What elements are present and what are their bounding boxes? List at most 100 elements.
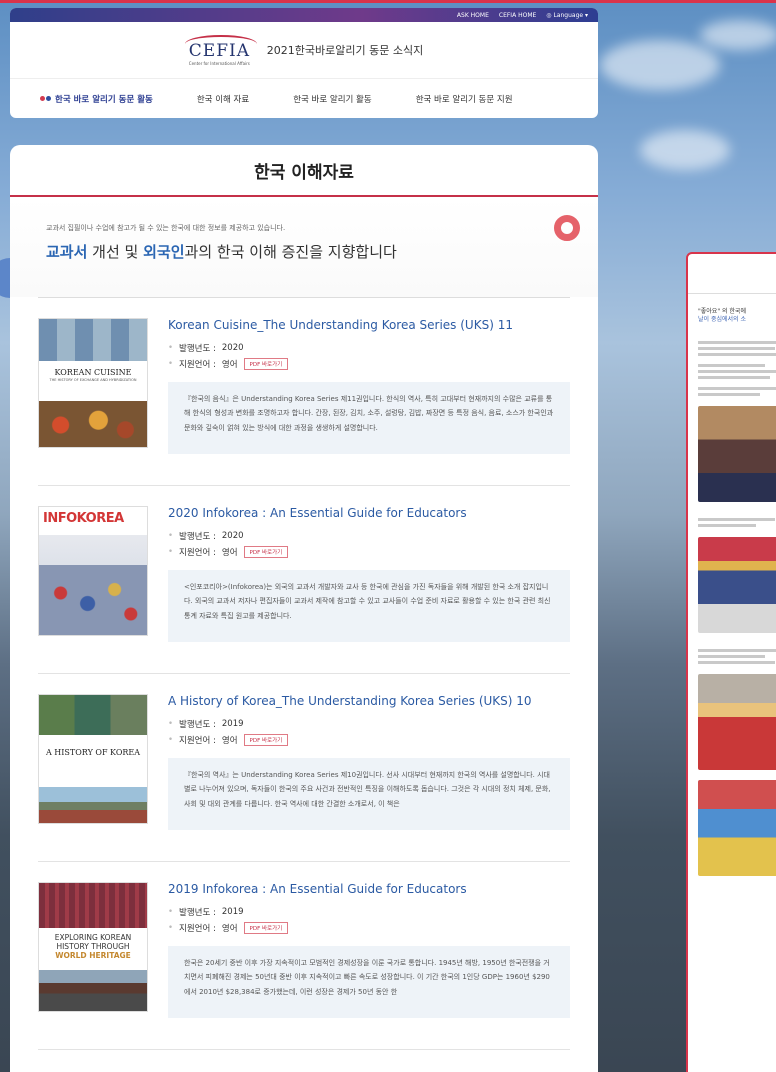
logo-subtext: Center for International Affairs: [188, 61, 250, 66]
item-description: 『한국의 음식』은 Understanding Korea Series 제11…: [168, 382, 570, 454]
cover-photo: [39, 787, 147, 823]
book-cover[interactable]: KOREAN CUISINE THE HISTORY OF EXCHANGE A…: [38, 318, 148, 448]
newsletter-preview-panel[interactable]: "좋아요" 의 한국에 날이 중심에서의 소: [686, 252, 776, 1072]
cover-subtitle: WORLD HERITAGE: [55, 951, 131, 961]
resources-panel: 한국 이해자료 교과서 집필이나 수업에 참고가 될 수 있는 한국에 대한 정…: [10, 145, 598, 1072]
year-value: 2020: [221, 343, 244, 353]
language-label: 지원언어 :: [179, 736, 216, 746]
background-cloud: [700, 20, 776, 50]
taegeuk-dots-icon: [40, 96, 51, 101]
year-label: 발행년도 :: [179, 344, 216, 354]
intro-section: 교과서 집필이나 수업에 참고가 될 수 있는 한국에 대한 정보를 제공하고 …: [10, 197, 598, 297]
year-label: 발행년도 :: [179, 908, 216, 918]
pdf-button[interactable]: PDF 바로가기: [243, 734, 289, 746]
item-year: • 발행년도 : 2020: [168, 343, 244, 354]
nav-item-alumni-activities[interactable]: 한국 바로 알리기 동문 활동: [40, 93, 153, 105]
cover-photo: [39, 565, 147, 635]
preview-lead: "좋아요" 의 한국에 날이 중심에서의 소: [698, 308, 776, 325]
page-title: 한국 이해자료: [254, 162, 354, 183]
cover-photo: [39, 319, 147, 361]
preview-lead-highlight: 날이 중심에서의 소: [698, 316, 746, 324]
list-item: A HISTORY OF KOREA A History of Korea_Th…: [38, 674, 570, 862]
preview-header: [688, 254, 776, 294]
language-value: 영어: [221, 924, 238, 934]
year-value: 2019: [221, 907, 244, 917]
slogan-highlight: 교과서: [46, 243, 88, 261]
nav-item-correct-korea-activities[interactable]: 한국 바로 알리기 활동: [293, 93, 372, 105]
pdf-button[interactable]: PDF 바로가기: [243, 358, 289, 370]
preview-photo: [698, 536, 776, 633]
item-description: 『한국의 역사』는 Understanding Korea Series 제10…: [168, 758, 570, 830]
language-selector[interactable]: ◎ Language ▾: [546, 12, 588, 19]
pdf-button[interactable]: PDF 바로가기: [243, 546, 289, 558]
item-language: • 지원언어 : 영어 PDF 바로가기: [168, 922, 570, 934]
year-value: 2020: [221, 531, 244, 541]
book-cover[interactable]: INFOKOREA: [38, 506, 148, 636]
cefia-logo[interactable]: CEFIA Center for International Affairs: [184, 33, 257, 67]
slogan-text: 과의 한국 이해 증진을 지향합니다: [184, 243, 397, 261]
cover-title: INFOKOREA: [43, 511, 124, 526]
language-value: 영어: [221, 736, 238, 746]
utility-bar: ASK HOME CEFIA HOME ◎ Language ▾: [10, 8, 598, 22]
year-label: 발행년도 :: [179, 720, 216, 730]
nav-item-korea-resources[interactable]: 한국 이해 자료: [197, 93, 249, 105]
item-body: 2020 Infokorea : An Essential Guide for …: [168, 506, 570, 673]
cefia-home-link[interactable]: CEFIA HOME: [499, 12, 536, 19]
item-language: • 지원언어 : 영어 PDF 바로가기: [168, 358, 570, 370]
brand-area: CEFIA Center for International Affairs 2…: [10, 22, 598, 78]
preview-photo: [698, 779, 776, 876]
language-label: 지원언어 :: [179, 360, 216, 370]
item-title[interactable]: 2019 Infokorea : An Essential Guide for …: [168, 882, 570, 896]
background-cloud: [600, 40, 720, 90]
list-item: INFOKOREA 2020 Infokorea : An Essential …: [38, 486, 570, 674]
item-title[interactable]: 2020 Infokorea : An Essential Guide for …: [168, 506, 570, 520]
language-value: 영어: [221, 360, 238, 370]
preview-photo: [698, 405, 776, 502]
item-title[interactable]: A History of Korea_The Understanding Kor…: [168, 694, 570, 708]
background-cloud: [640, 130, 730, 170]
logo-text: CEFIA: [188, 41, 250, 61]
book-cover[interactable]: EXPLORING KOREAN HISTORY THROUGH WORLD H…: [38, 882, 148, 1012]
slogan-text: 개선 및: [87, 243, 144, 261]
item-year: • 발행년도 : 2020: [168, 531, 244, 542]
nav-item-alumni-support[interactable]: 한국 바로 알리기 동문 지원: [416, 93, 513, 105]
item-description: <인포코리아>(Infokorea)는 외국의 교과서 개발자와 교사 등 한국…: [168, 570, 570, 642]
cover-text: EXPLORING KOREAN HISTORY THROUGH WORLD H…: [39, 928, 147, 970]
intro-description: 교과서 집필이나 수업에 참고가 될 수 있는 한국에 대한 정보를 제공하고 …: [46, 224, 286, 232]
panel-header: 한국 이해자료: [10, 145, 598, 197]
cover-text: KOREAN CUISINE THE HISTORY OF EXCHANGE A…: [39, 361, 147, 401]
item-body: Korean Cuisine_The Understanding Korea S…: [168, 318, 570, 485]
cover-title: KOREAN CUISINE: [54, 368, 132, 377]
cover-photo: [39, 401, 147, 447]
book-cover[interactable]: A HISTORY OF KOREA: [38, 694, 148, 824]
language-label: 지원언어 :: [179, 548, 216, 558]
intro-slogan: 교과서 개선 및 외국인과의 한국 이해 증진을 지향합니다: [46, 241, 562, 262]
cover-subtitle: THE HISTORY OF EXCHANGE AND HYBRIDIZATIO…: [49, 377, 137, 382]
item-body: 2019 Infokorea : An Essential Guide for …: [168, 882, 570, 1049]
pdf-button[interactable]: PDF 바로가기: [243, 922, 289, 934]
cover-photo: [39, 883, 147, 928]
language-value: 영어: [221, 548, 238, 558]
language-label: Language: [553, 11, 584, 19]
top-accent-line: [0, 0, 776, 3]
item-year: • 발행년도 : 2019: [168, 907, 244, 918]
newsletter-title: 2021한국바로알리기 동문 소식지: [266, 44, 424, 57]
cover-photo: [39, 970, 147, 1011]
preview-text-block: [698, 648, 776, 664]
cover-title: A HISTORY OF KOREA: [45, 748, 141, 757]
cover-photo: [39, 695, 147, 735]
ask-home-link[interactable]: ASK HOME: [457, 12, 489, 19]
year-value: 2019: [221, 719, 244, 729]
language-label: 지원언어 :: [179, 924, 216, 934]
year-label: 발행년도 :: [179, 532, 216, 542]
main-nav: 한국 바로 알리기 동문 활동 한국 이해 자료 한국 바로 알리기 활동 한국…: [10, 78, 598, 118]
cover-text: A HISTORY OF KOREA: [39, 735, 147, 787]
list-item: EXPLORING KOREAN HISTORY THROUGH WORLD H…: [38, 862, 570, 1050]
preview-photo: [698, 673, 776, 770]
item-description: 한국은 20세기 중반 이후 가장 지속적이고 모범적인 경제성장을 이룬 국가…: [168, 946, 570, 1018]
slogan-highlight: 외국인: [143, 243, 185, 261]
item-title[interactable]: Korean Cuisine_The Understanding Korea S…: [168, 318, 570, 332]
decorative-ring-icon: [554, 215, 580, 241]
item-language: • 지원언어 : 영어 PDF 바로가기: [168, 546, 570, 558]
item-language: • 지원언어 : 영어 PDF 바로가기: [168, 734, 570, 746]
